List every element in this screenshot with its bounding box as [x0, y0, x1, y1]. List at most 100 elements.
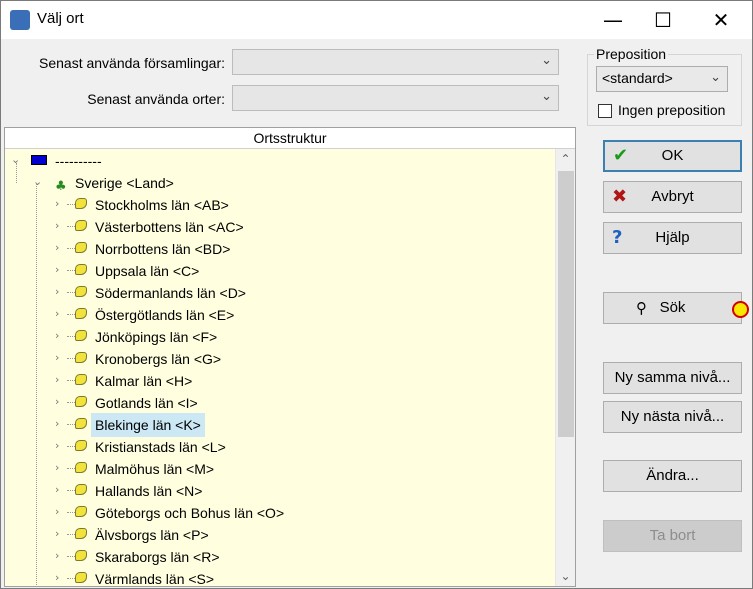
- chevron-right-icon[interactable]: ›: [55, 259, 59, 281]
- close-button[interactable]: ✕: [698, 1, 744, 39]
- chevron-right-icon[interactable]: ›: [55, 347, 59, 369]
- tree-county-label: Hallands län <N>: [95, 483, 203, 499]
- tree-guide-line: [67, 402, 75, 403]
- county-icon: [75, 550, 87, 561]
- tree-county-row[interactable]: › Jönköpings län <F>: [11, 325, 551, 347]
- tree-scrollbar[interactable]: ⌃ ⌄: [555, 149, 575, 586]
- help-button[interactable]: ? Hjälp: [603, 222, 742, 254]
- county-icon: [75, 418, 87, 429]
- tree-county-label: Göteborgs och Bohus län <O>: [95, 505, 285, 521]
- tree-county-row[interactable]: › Norrbottens län <BD>: [11, 237, 551, 259]
- new-same-level-button[interactable]: Ny samma nivå...: [603, 362, 742, 394]
- county-icon: [75, 352, 87, 363]
- county-icon: [75, 242, 87, 253]
- binoculars-icon: ⚲: [636, 299, 647, 317]
- scrollbar-thumb[interactable]: [558, 171, 574, 437]
- chevron-right-icon[interactable]: ›: [55, 325, 59, 347]
- county-icon: [75, 374, 87, 385]
- tree-guide-line: [67, 314, 75, 315]
- chevron-right-icon[interactable]: ›: [55, 303, 59, 325]
- chevron-down-icon: ⌄: [541, 53, 552, 68]
- chevron-right-icon[interactable]: ›: [55, 545, 59, 567]
- scroll-up-icon[interactable]: ⌃: [556, 149, 575, 169]
- tree-guide-line: [67, 248, 75, 249]
- cancel-button[interactable]: ✖ Avbryt: [603, 181, 742, 213]
- chevron-right-icon[interactable]: ›: [55, 501, 59, 523]
- tree-county-label: Södermanlands län <D>: [95, 285, 246, 301]
- edit-button[interactable]: Ändra...: [603, 460, 742, 492]
- no-preposition-checkbox[interactable]: [598, 104, 612, 118]
- ok-button-label: OK: [661, 147, 684, 164]
- chevron-right-icon[interactable]: ›: [55, 435, 59, 457]
- recent-places-combo[interactable]: ⌄: [232, 85, 559, 111]
- tree-county-row[interactable]: › Malmöhus län <M>: [11, 457, 551, 479]
- county-icon: [75, 198, 87, 209]
- chevron-right-icon[interactable]: ›: [55, 215, 59, 237]
- search-button[interactable]: ⚲ Sök: [603, 292, 742, 324]
- chevron-right-icon[interactable]: ›: [55, 391, 59, 413]
- tree-county-label: Uppsala län <C>: [95, 263, 200, 279]
- tree-county-row[interactable]: › Kristianstads län <L>: [11, 435, 551, 457]
- minimize-button[interactable]: —: [590, 1, 636, 39]
- delete-button-label: Ta bort: [649, 527, 696, 544]
- maximize-button[interactable]: ☐: [640, 1, 686, 39]
- county-icon: [75, 330, 87, 341]
- preposition-combo[interactable]: <standard> ⌄: [596, 66, 728, 92]
- delete-button: Ta bort: [603, 520, 742, 552]
- no-preposition-label[interactable]: Ingen preposition: [618, 102, 725, 118]
- county-icon: [75, 440, 87, 451]
- chevron-right-icon[interactable]: ›: [55, 237, 59, 259]
- tree-county-row[interactable]: › Göteborgs och Bohus län <O>: [11, 501, 551, 523]
- chevron-right-icon[interactable]: ›: [55, 413, 59, 435]
- cancel-button-label: Avbryt: [651, 188, 694, 205]
- tree-county-row[interactable]: › Östergötlands län <E>: [11, 303, 551, 325]
- tree-county-row[interactable]: › Stockholms län <AB>: [11, 193, 551, 215]
- county-icon: [75, 528, 87, 539]
- chevron-down-icon: ⌄: [710, 70, 721, 85]
- title-bar[interactable]: Välj ort — ☐ ✕: [1, 1, 752, 39]
- county-icon: [75, 286, 87, 297]
- tree-county-row[interactable]: › Södermanlands län <D>: [11, 281, 551, 303]
- tree-guide-line: [67, 226, 75, 227]
- tree-header: Ortsstruktur: [5, 128, 575, 149]
- chevron-right-icon[interactable]: ›: [55, 479, 59, 501]
- recent-parishes-label: Senast använda församlingar:: [39, 55, 225, 71]
- place-tree[interactable]: ⌄ ---------- ⌄ ♣ Sverige <Land> › Stockho…: [5, 149, 554, 586]
- chevron-right-icon[interactable]: ›: [55, 193, 59, 215]
- chevron-right-icon[interactable]: ›: [55, 523, 59, 545]
- tree-guide-line: [16, 163, 17, 183]
- tree-county-label: Kronobergs län <G>: [95, 351, 222, 367]
- chevron-right-icon[interactable]: ›: [55, 567, 59, 586]
- tree-county-row[interactable]: › Blekinge län <K>: [11, 413, 551, 437]
- chevron-right-icon[interactable]: ›: [55, 369, 59, 391]
- preposition-value: <standard>: [602, 70, 673, 86]
- tree-county-label: Kristianstads län <L>: [95, 439, 226, 455]
- tree-county-row[interactable]: › Skaraborgs län <R>: [11, 545, 551, 567]
- tree-county-label: Blekinge län <K>: [91, 413, 205, 437]
- tree-county-row[interactable]: › Älvsborgs län <P>: [11, 523, 551, 545]
- new-next-level-button[interactable]: Ny nästa nivå...: [603, 401, 742, 433]
- tree-guide-line: [67, 578, 75, 579]
- checkmark-icon: ✔: [613, 145, 629, 166]
- recent-parishes-combo[interactable]: ⌄: [232, 49, 559, 75]
- county-icon: [75, 308, 87, 319]
- tree-county-row[interactable]: › Värmlands län <S>: [11, 567, 551, 586]
- chevron-right-icon[interactable]: ›: [55, 281, 59, 303]
- tree-county-row[interactable]: › Hallands län <N>: [11, 479, 551, 501]
- tree-county-row[interactable]: › Kronobergs län <G>: [11, 347, 551, 369]
- new-same-level-label: Ny samma nivå...: [614, 369, 731, 386]
- edit-button-label: Ändra...: [646, 467, 699, 484]
- ok-button[interactable]: ✔ OK: [603, 140, 742, 172]
- chevron-right-icon[interactable]: ›: [55, 457, 59, 479]
- question-icon: ?: [612, 227, 623, 248]
- tree-county-row[interactable]: › Uppsala län <C>: [11, 259, 551, 281]
- place-dialog-window: Välj ort — ☐ ✕ Senast använda församling…: [0, 0, 753, 589]
- tree-county-label: Älvsborgs län <P>: [95, 527, 209, 543]
- tree-county-row[interactable]: › Västerbottens län <AC>: [11, 215, 551, 237]
- chevron-down-icon[interactable]: ⌄: [33, 171, 42, 193]
- cross-icon: ✖: [612, 186, 628, 207]
- tree-county-row[interactable]: › Kalmar län <H>: [11, 369, 551, 391]
- scroll-down-icon[interactable]: ⌄: [556, 566, 575, 586]
- tree-county-label: Kalmar län <H>: [95, 373, 193, 389]
- tree-county-row[interactable]: › Gotlands län <I>: [11, 391, 551, 413]
